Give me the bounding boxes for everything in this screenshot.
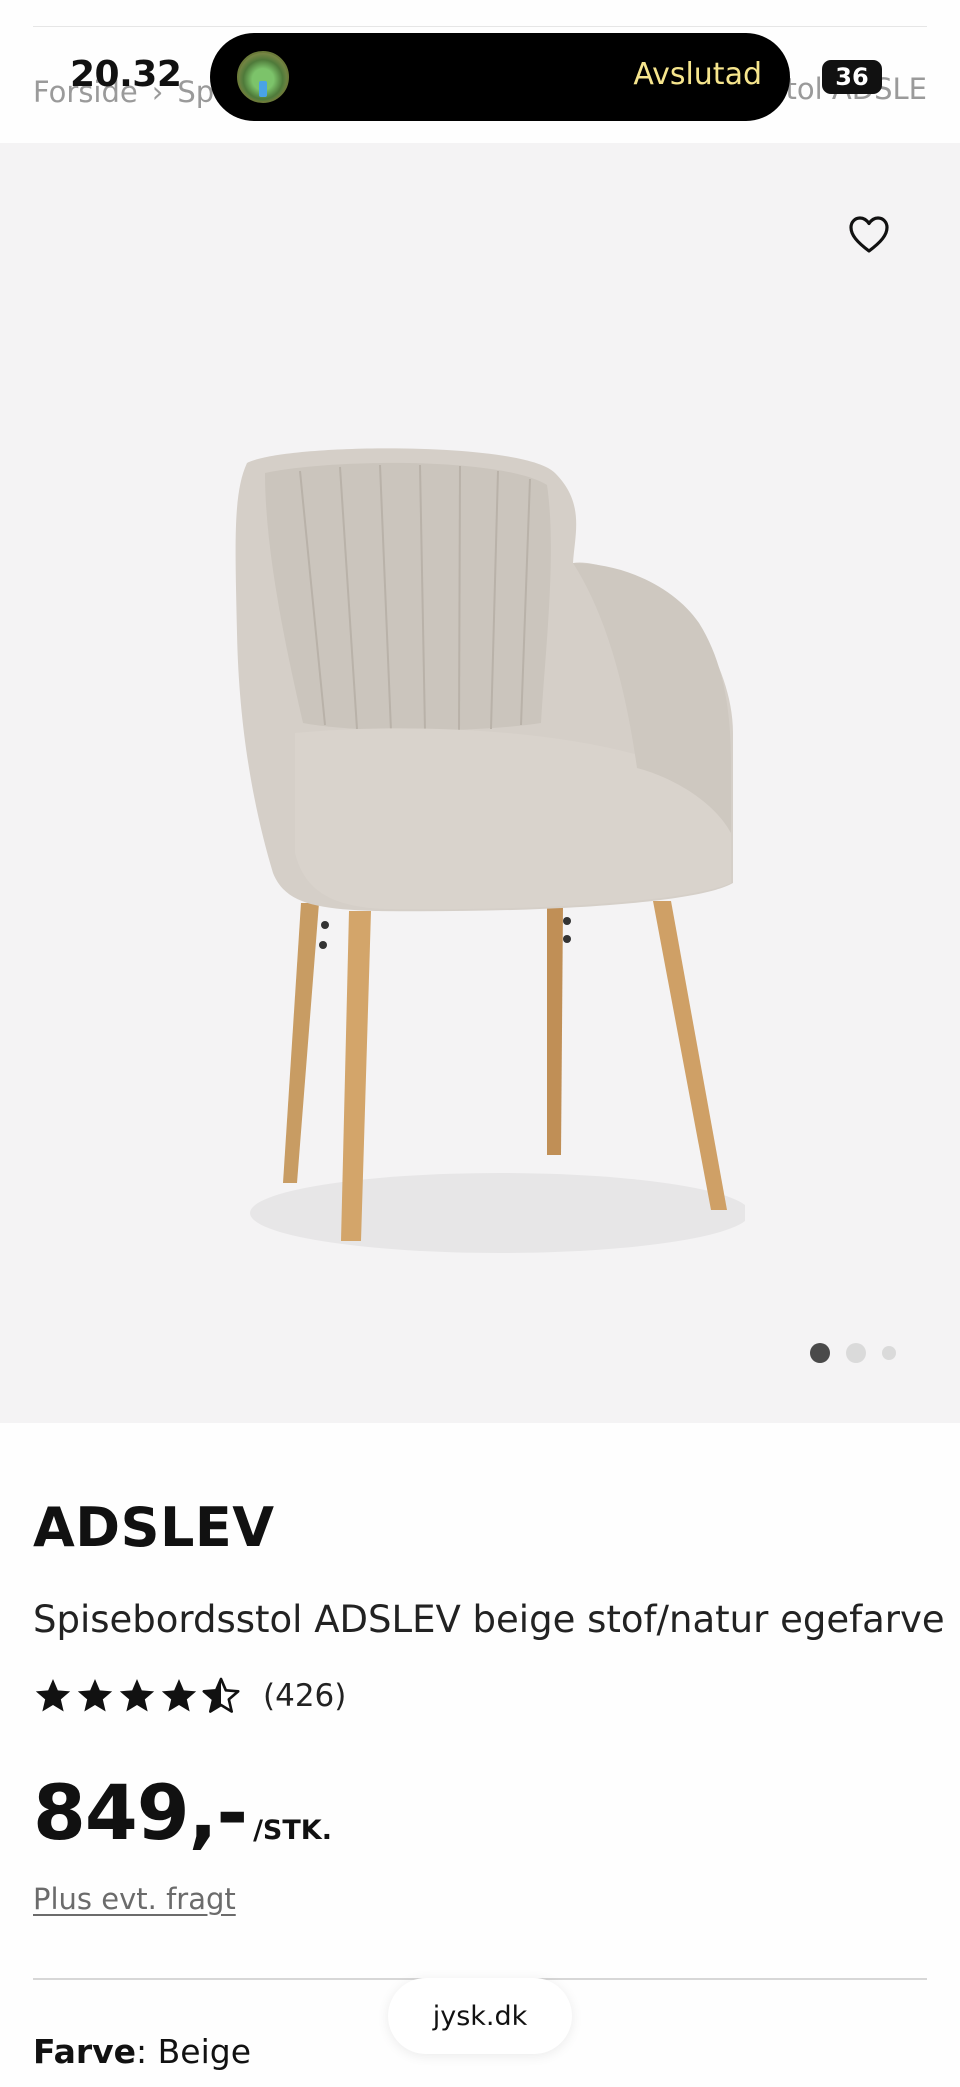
heart-outline-icon[interactable]: [848, 215, 890, 255]
star-half-icon: [202, 1677, 240, 1713]
price-unit: /STK.: [253, 1815, 332, 1846]
top-divider: [33, 26, 927, 27]
price-amount: 849,-: [33, 1768, 248, 1857]
chair-leg-back-right: [547, 905, 563, 1155]
chair-shadow: [250, 1173, 745, 1253]
dynamic-island[interactable]: Avslutad: [210, 33, 790, 121]
star-icon: [119, 1679, 155, 1712]
star-icon: [161, 1679, 197, 1712]
color-separator: :: [136, 2032, 148, 2071]
product-price: 849,- /STK.: [33, 1768, 332, 1857]
status-time: 20.32: [70, 54, 182, 95]
breadcrumb-item-category[interactable]: Sp: [177, 75, 214, 109]
color-value: Beige: [147, 2032, 252, 2071]
color-label: Farve: [33, 2032, 137, 2071]
notification-badge: 36: [822, 60, 882, 94]
gallery-dot-2[interactable]: [846, 1343, 866, 1363]
rating-stars: [33, 1676, 241, 1716]
shipping-info-link[interactable]: Plus evt. fragt: [33, 1882, 236, 1916]
rating-count[interactable]: (426): [263, 1678, 346, 1714]
color-selector[interactable]: Farve: Beige: [33, 2032, 251, 2071]
product-image-chair: [235, 448, 745, 1253]
live-activity-status: Avslutad: [633, 57, 762, 92]
product-title: Spisebordsstol ADSLEV beige stof/natur e…: [33, 1598, 945, 1641]
star-icon: [35, 1679, 71, 1712]
browser-url-pill[interactable]: jysk.dk: [388, 1978, 572, 2054]
star-icon: [77, 1679, 113, 1712]
gallery-dot-1[interactable]: [810, 1343, 830, 1363]
live-activity-thumbnail: [237, 51, 289, 103]
gallery-dot-3[interactable]: [882, 1346, 896, 1360]
product-brand: ADSLEV: [33, 1496, 275, 1559]
chair-leg-front-right: [653, 901, 727, 1210]
product-gallery[interactable]: [0, 143, 960, 1423]
chair-backrest: [265, 462, 551, 731]
chair-leg-back-left: [283, 903, 319, 1183]
product-rating[interactable]: (426): [33, 1676, 346, 1716]
gallery-pagination[interactable]: [810, 1343, 896, 1363]
